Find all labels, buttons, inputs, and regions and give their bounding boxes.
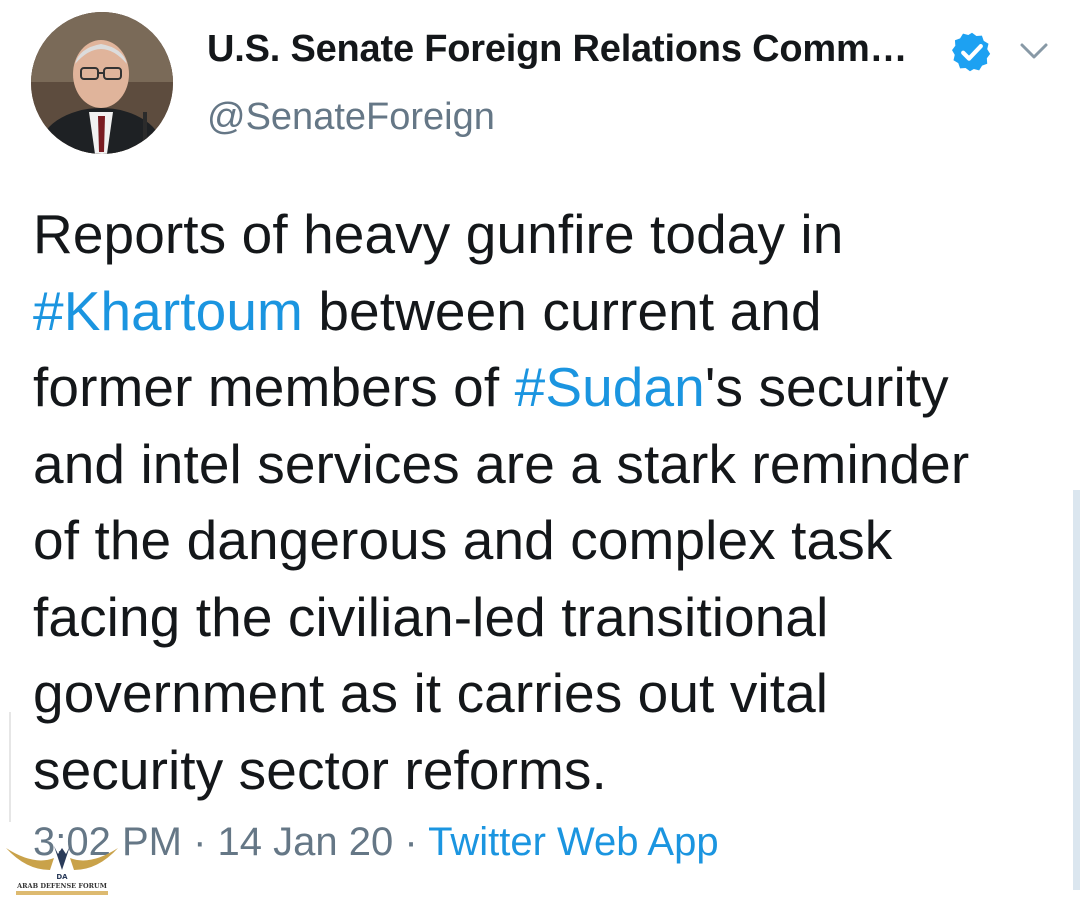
tweet-text-line: security sector reforms. [33,738,607,801]
tweet-text-segment: former members of [33,356,515,418]
edge-divider [9,712,11,822]
tweet-date[interactable]: 14 Jan 20 [218,820,394,864]
avatar-image [31,12,173,154]
avatar[interactable] [31,12,173,154]
svg-text:ARAB DEFENSE FORUM: ARAB DEFENSE FORUM [16,882,107,890]
tweet-text-segment: 's security [704,356,949,418]
tweet-text-line: Reports of heavy gunfire today in [33,203,844,265]
hashtag-link-khartoum[interactable]: #Khartoum [33,280,303,342]
user-handle[interactable]: @SenateForeign [207,96,495,139]
watermark-logo: DA ARAB DEFENSE FORUM [4,826,120,898]
tweet-meta: 3:02 PM · 14 Jan 20 · Twitter Web App [33,820,719,865]
chevron-down-icon[interactable] [1017,36,1051,66]
hashtag-link-sudan[interactable]: #Sudan [515,356,705,418]
tweet-source-link[interactable]: Twitter Web App [428,820,719,864]
tweet-text-segment: between current and [302,279,822,342]
tweet-text: Reports of heavy gunfire today in #Khart… [33,196,1063,808]
tweet-text-line: #Khartoum between current and [33,273,1063,350]
meta-separator: · [404,820,418,864]
meta-separator: · [193,820,207,864]
tweet-text-line: government as it carries out vital [33,662,829,724]
svg-text:DA: DA [56,873,68,881]
verified-badge-icon [952,32,991,72]
tweet-text-line: facing the civilian-led transitional [33,585,829,648]
scrollbar[interactable] [1073,490,1080,890]
arab-defense-forum-logo: DA ARAB DEFENSE FORUM [6,846,118,895]
tweet-text-line: of the dangerous and complex task [33,509,893,571]
display-name[interactable]: U.S. Senate Foreign Relations Comm… [207,28,908,71]
tweet: U.S. Senate Foreign Relations Comm… @Sen… [0,0,1080,901]
tweet-text-line: and intel services are a stark reminder [33,432,970,495]
tweet-text-line: former members of #Sudan's security [33,349,1063,426]
